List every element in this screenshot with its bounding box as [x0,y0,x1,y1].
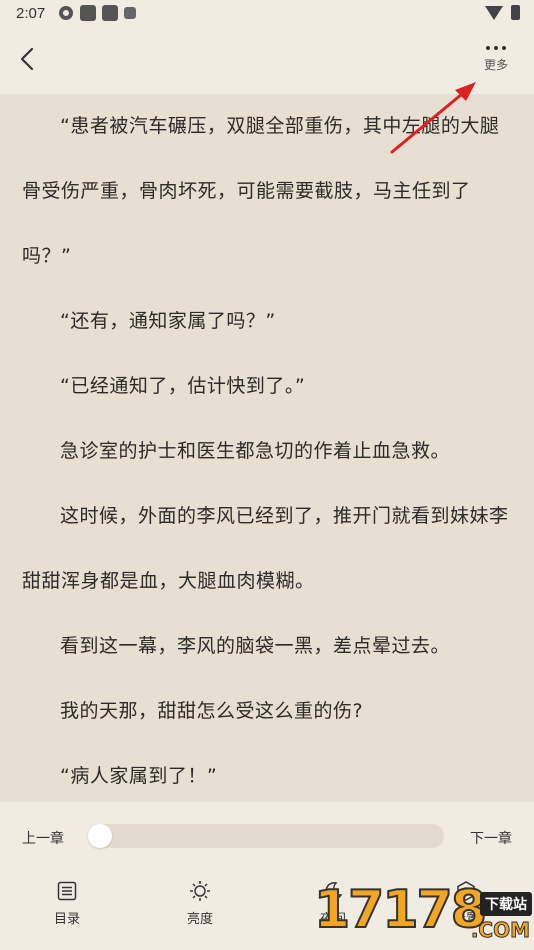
watermark-badge: 下载站 [480,892,532,916]
settings-icon [59,6,73,20]
paragraph: “已经通知了，估计快到了。” [60,375,306,397]
status-left-icons [58,5,136,21]
paragraph: “患者被汽车碾压，双腿全部重伤，其中左腿的大腿骨受伤严重，骨肉坏死，可能需要截肢… [22,115,500,267]
reader-content: “患者被汽车碾压，双腿全部重伤，其中左腿的大腿骨受伤严重，骨肉坏死，可能需要截肢… [22,94,516,802]
paragraph: 看到这一幕，李风的脑袋一黑，差点晕过去。 [60,635,451,657]
paragraph: 这时候，外面的李风已经到了，推开门就看到妹妹李甜甜浑身都是血，大腿血肉模糊。 [22,505,509,592]
nav-label: 亮度 [186,912,213,927]
list-icon [57,881,77,901]
app-icon [124,7,136,19]
watermark-suffix: .COM [470,918,530,943]
nav-item-brightness[interactable]: 亮度 [165,880,235,927]
chapter-row: 上一章 下一章 [0,822,534,854]
brightness-icon [190,881,210,901]
more-label: 更多 [483,58,508,72]
paragraph: 我的天那，甜甜怎么受这么重的伤? [60,700,364,722]
back-button[interactable] [12,42,46,76]
paragraph: 急诊室的护士和医生都急切的作着止血急救。 [60,440,451,462]
nav-label: 目录 [53,912,80,927]
nav-item-catalog[interactable]: 目录 [32,880,102,927]
wifi-icon [485,5,503,20]
watermark-text: 17178 [313,879,488,941]
chapter-progress-slider[interactable] [88,824,444,848]
paragraph: “还有，通知家属了吗？” [60,310,276,332]
status-bar: 2:07 [0,0,534,28]
status-time: 2:07 [16,5,46,22]
more-button[interactable]: 更多 [470,36,522,86]
more-dots-icon [486,46,506,50]
next-chapter-button[interactable]: 下一章 [470,828,512,848]
notification-icon [102,5,118,21]
battery-icon [511,5,520,20]
reader-toolbar: 更多 [0,28,534,94]
watermark-logo: 17178 下载站 .COM [310,878,534,950]
prev-chapter-button[interactable]: 上一章 [22,828,64,848]
notification-icon [80,5,96,21]
status-right-icons [485,5,520,20]
progress-knob[interactable] [88,824,112,848]
chevron-left-icon [20,47,34,71]
paragraph: “病人家属到了！” [60,765,218,787]
